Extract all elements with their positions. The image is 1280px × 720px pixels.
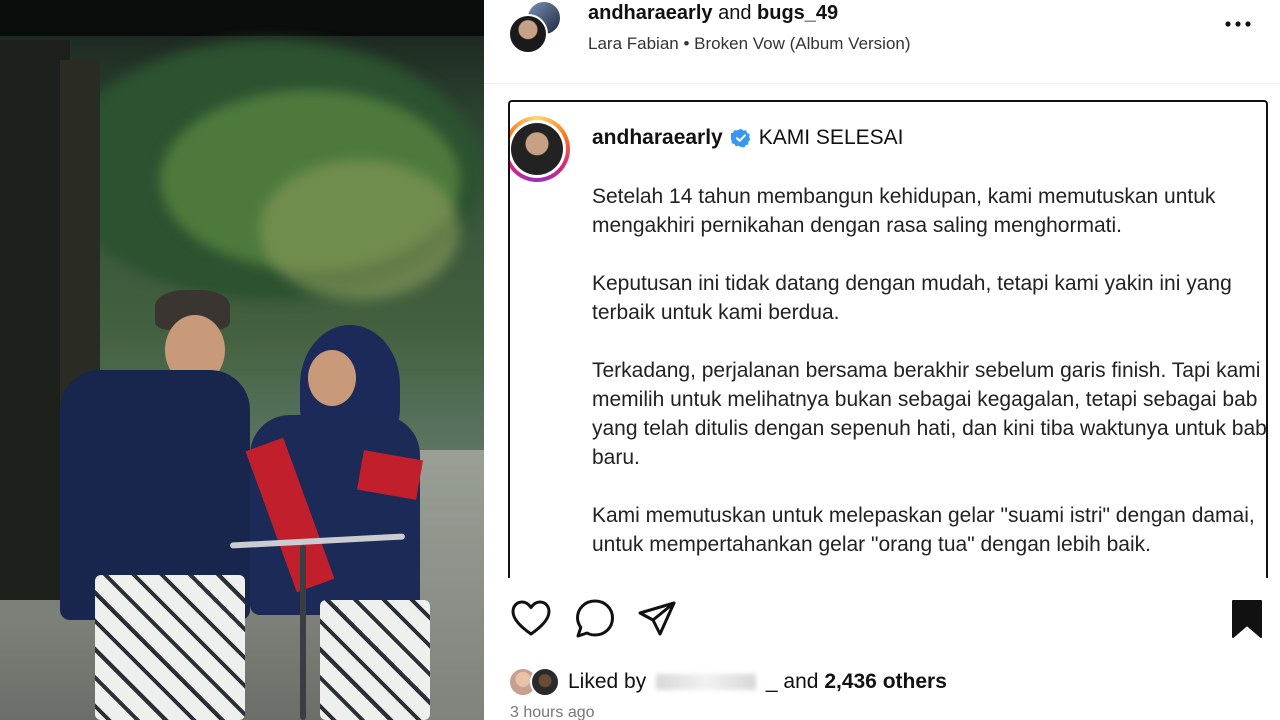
redacted-username bbox=[656, 674, 757, 691]
caption-paragraph: Kami memutuskan untuk melepaskan gelar "… bbox=[592, 504, 1255, 556]
likes-connector: _ and bbox=[765, 670, 819, 693]
heart-icon[interactable] bbox=[508, 596, 554, 642]
likes-text: Liked by _ and 2,436 others bbox=[568, 670, 947, 694]
post-header: andharaearly and bugs_49 Lara Fabian • B… bbox=[484, 0, 1280, 84]
artist-name: Lara Fabian bbox=[588, 34, 679, 53]
caption-paragraph: Keputusan ini tidak datang dengan mudah,… bbox=[592, 272, 1232, 324]
caption-text: Setelah 14 tahun membangun kehidupan, ka… bbox=[592, 182, 1267, 578]
collab-usernames: andharaearly and bugs_49 bbox=[588, 2, 838, 25]
comment-icon[interactable] bbox=[572, 596, 618, 642]
send-icon[interactable] bbox=[634, 596, 680, 642]
verified-badge-icon bbox=[730, 128, 751, 148]
likes-summary[interactable]: Liked by _ and 2,436 others bbox=[508, 664, 947, 700]
collab-avatars[interactable] bbox=[508, 0, 568, 60]
caption-paragraph: Setelah 14 tahun membangun kehidupan, ka… bbox=[592, 185, 1216, 237]
avatar bbox=[530, 667, 560, 697]
audio-attribution[interactable]: Lara Fabian • Broken Vow (Album Version) bbox=[588, 34, 911, 54]
embedded-post-card: andharaearly KAMI SELESAI Setelah 14 tah… bbox=[508, 100, 1268, 578]
caption-paragraph: Terkadang, perjalanan bersama berakhir s… bbox=[592, 359, 1267, 469]
more-options-icon[interactable] bbox=[1224, 14, 1252, 34]
username-link[interactable]: bugs_49 bbox=[757, 2, 838, 24]
username-connector: and bbox=[718, 2, 752, 24]
separator-dot: • bbox=[683, 34, 690, 53]
post-photo[interactable] bbox=[0, 0, 484, 720]
song-title: Broken Vow (Album Version) bbox=[694, 34, 911, 53]
action-bar bbox=[484, 596, 1280, 646]
avatar[interactable] bbox=[508, 14, 548, 54]
post-timestamp[interactable]: 3 hours ago bbox=[510, 704, 595, 720]
post-detail-pane: andharaearly and bugs_49 Lara Fabian • B… bbox=[484, 0, 1280, 720]
avatar bbox=[511, 123, 563, 175]
likes-count[interactable]: 2,436 others bbox=[824, 670, 947, 693]
card-heading: KAMI SELESAI bbox=[758, 126, 904, 149]
likes-prefix: Liked by bbox=[568, 670, 647, 693]
username-link[interactable]: andharaearly bbox=[588, 2, 713, 24]
card-title: andharaearly KAMI SELESAI bbox=[592, 126, 903, 150]
bookmark-icon[interactable] bbox=[1224, 596, 1270, 642]
story-ring[interactable] bbox=[510, 116, 570, 182]
card-username[interactable]: andharaearly bbox=[592, 126, 723, 150]
